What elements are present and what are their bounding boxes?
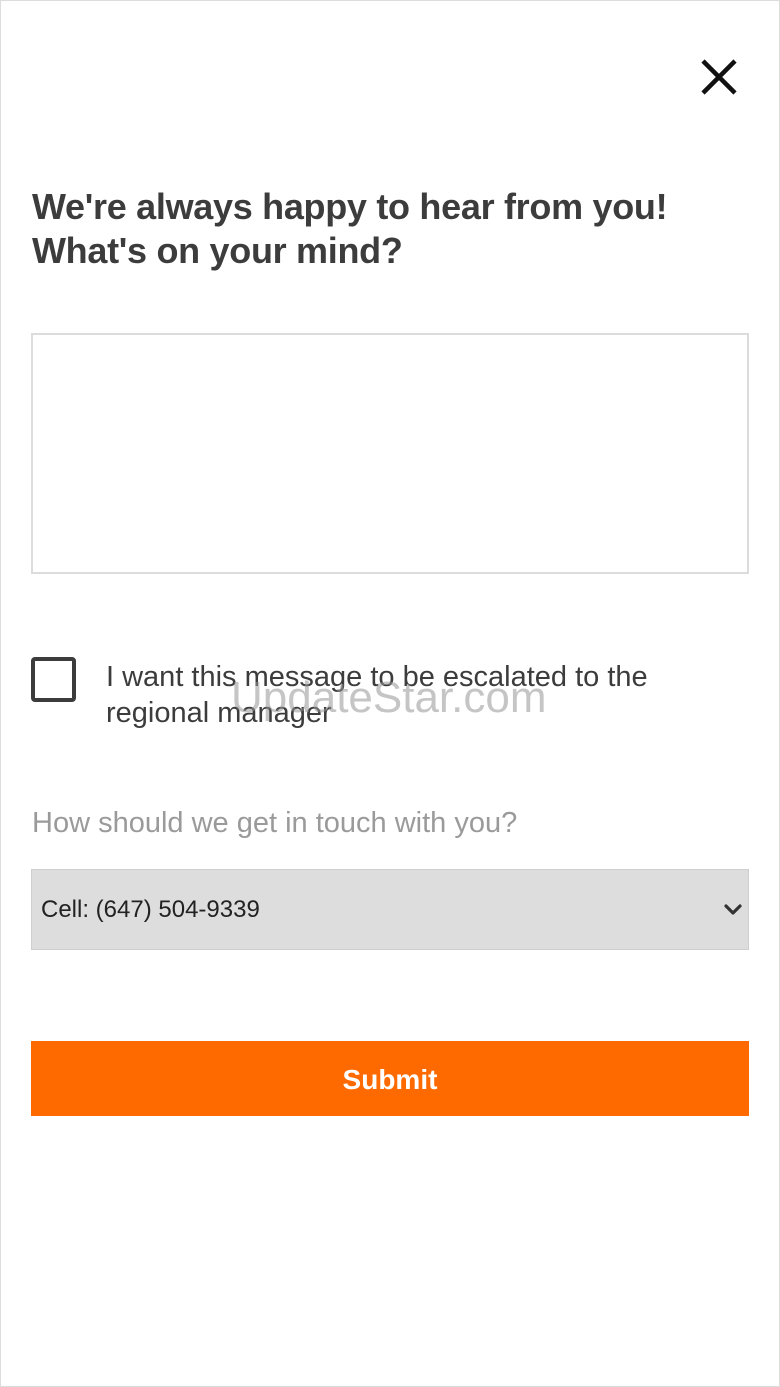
contact-method-selected-value: Cell: (647) 504-9339 [41, 896, 260, 923]
escalate-label-line-1: I want this message to be escalated to t… [106, 661, 648, 693]
submit-button[interactable]: Submit [31, 1041, 749, 1116]
contact-method-select[interactable]: Cell: (647) 504-9339 [31, 869, 749, 950]
escalate-checkbox[interactable] [31, 657, 76, 702]
escalate-checkbox-label[interactable]: I want this message to be escalated to t… [106, 659, 726, 731]
message-textarea[interactable] [31, 333, 749, 574]
close-icon [701, 59, 737, 95]
close-button[interactable] [695, 53, 743, 101]
feedback-dialog: We're always happy to hear from you! Wha… [0, 0, 780, 1387]
escalate-label-line-2: regional manager [106, 697, 332, 729]
heading-line-1: We're always happy to hear from you! [32, 186, 668, 227]
heading-line-2: What's on your mind? [32, 230, 403, 271]
chevron-down-icon [724, 904, 742, 915]
contact-method-label: How should we get in touch with you? [32, 807, 518, 839]
page-title: We're always happy to hear from you! Wha… [32, 185, 732, 273]
